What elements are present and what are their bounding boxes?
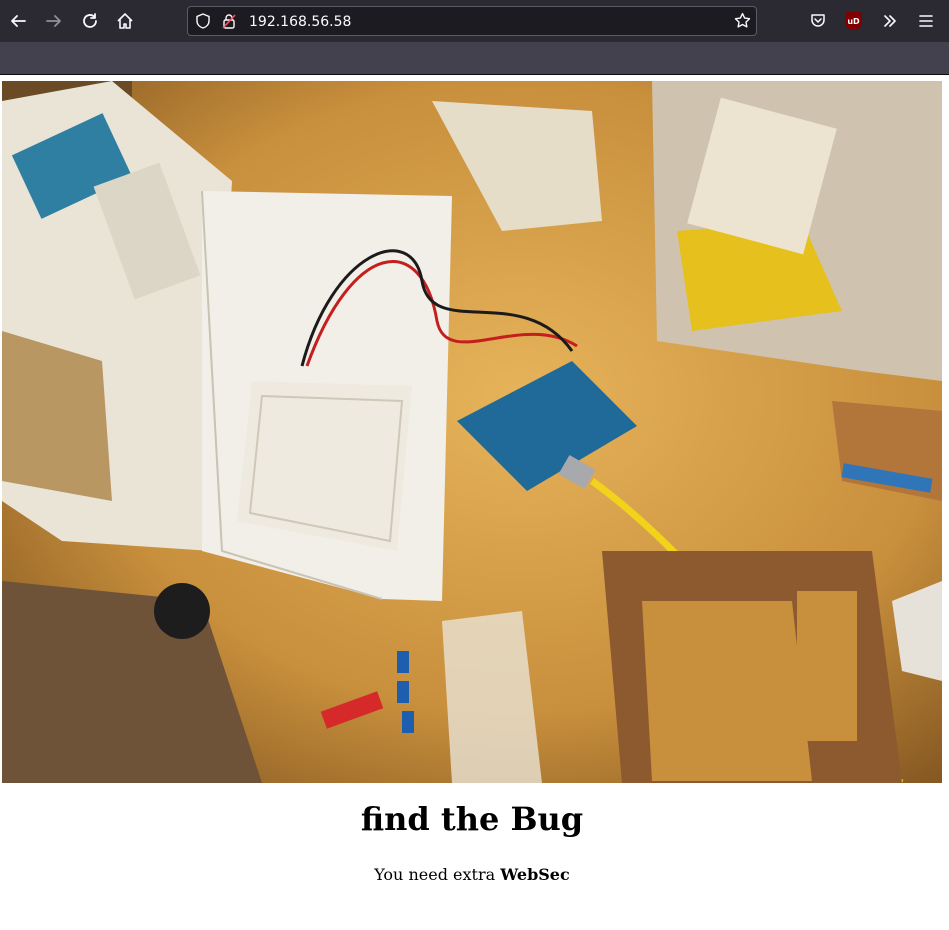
pocket-icon bbox=[811, 14, 825, 27]
home-icon bbox=[117, 13, 133, 29]
insecure-lock-icon[interactable] bbox=[221, 13, 237, 29]
overflow-button[interactable] bbox=[875, 6, 905, 36]
back-button[interactable] bbox=[3, 6, 33, 36]
pocket-button[interactable] bbox=[803, 6, 833, 36]
forward-arrow-icon bbox=[46, 15, 61, 27]
arduino-desk-photo bbox=[2, 81, 942, 783]
ublock-origin-icon[interactable]: uD bbox=[845, 12, 862, 30]
subtitle-emphasis: WebSec bbox=[500, 865, 570, 884]
reload-button[interactable] bbox=[75, 6, 105, 36]
subtitle-text: You need extra bbox=[374, 865, 501, 884]
page-subtitle: You need extra WebSec bbox=[0, 865, 944, 884]
back-arrow-icon bbox=[11, 15, 26, 27]
browser-toolbar: 192.168.56.58 uD bbox=[0, 0, 949, 42]
page-title: find the Bug bbox=[360, 800, 584, 838]
shield-icon[interactable] bbox=[195, 13, 211, 29]
address-bar[interactable]: 192.168.56.58 bbox=[187, 6, 757, 36]
chevron-double-right-icon bbox=[884, 15, 896, 27]
url-text[interactable]: 192.168.56.58 bbox=[249, 12, 351, 32]
hamburger-menu-icon bbox=[919, 15, 933, 27]
hero-image bbox=[2, 81, 942, 783]
chrome-divider bbox=[0, 74, 949, 75]
home-button[interactable] bbox=[110, 6, 140, 36]
reload-icon bbox=[83, 13, 97, 28]
app-menu-button[interactable] bbox=[911, 6, 941, 36]
star-icon[interactable] bbox=[734, 12, 751, 29]
forward-button[interactable] bbox=[39, 6, 69, 36]
bookmarks-strip bbox=[0, 42, 949, 74]
